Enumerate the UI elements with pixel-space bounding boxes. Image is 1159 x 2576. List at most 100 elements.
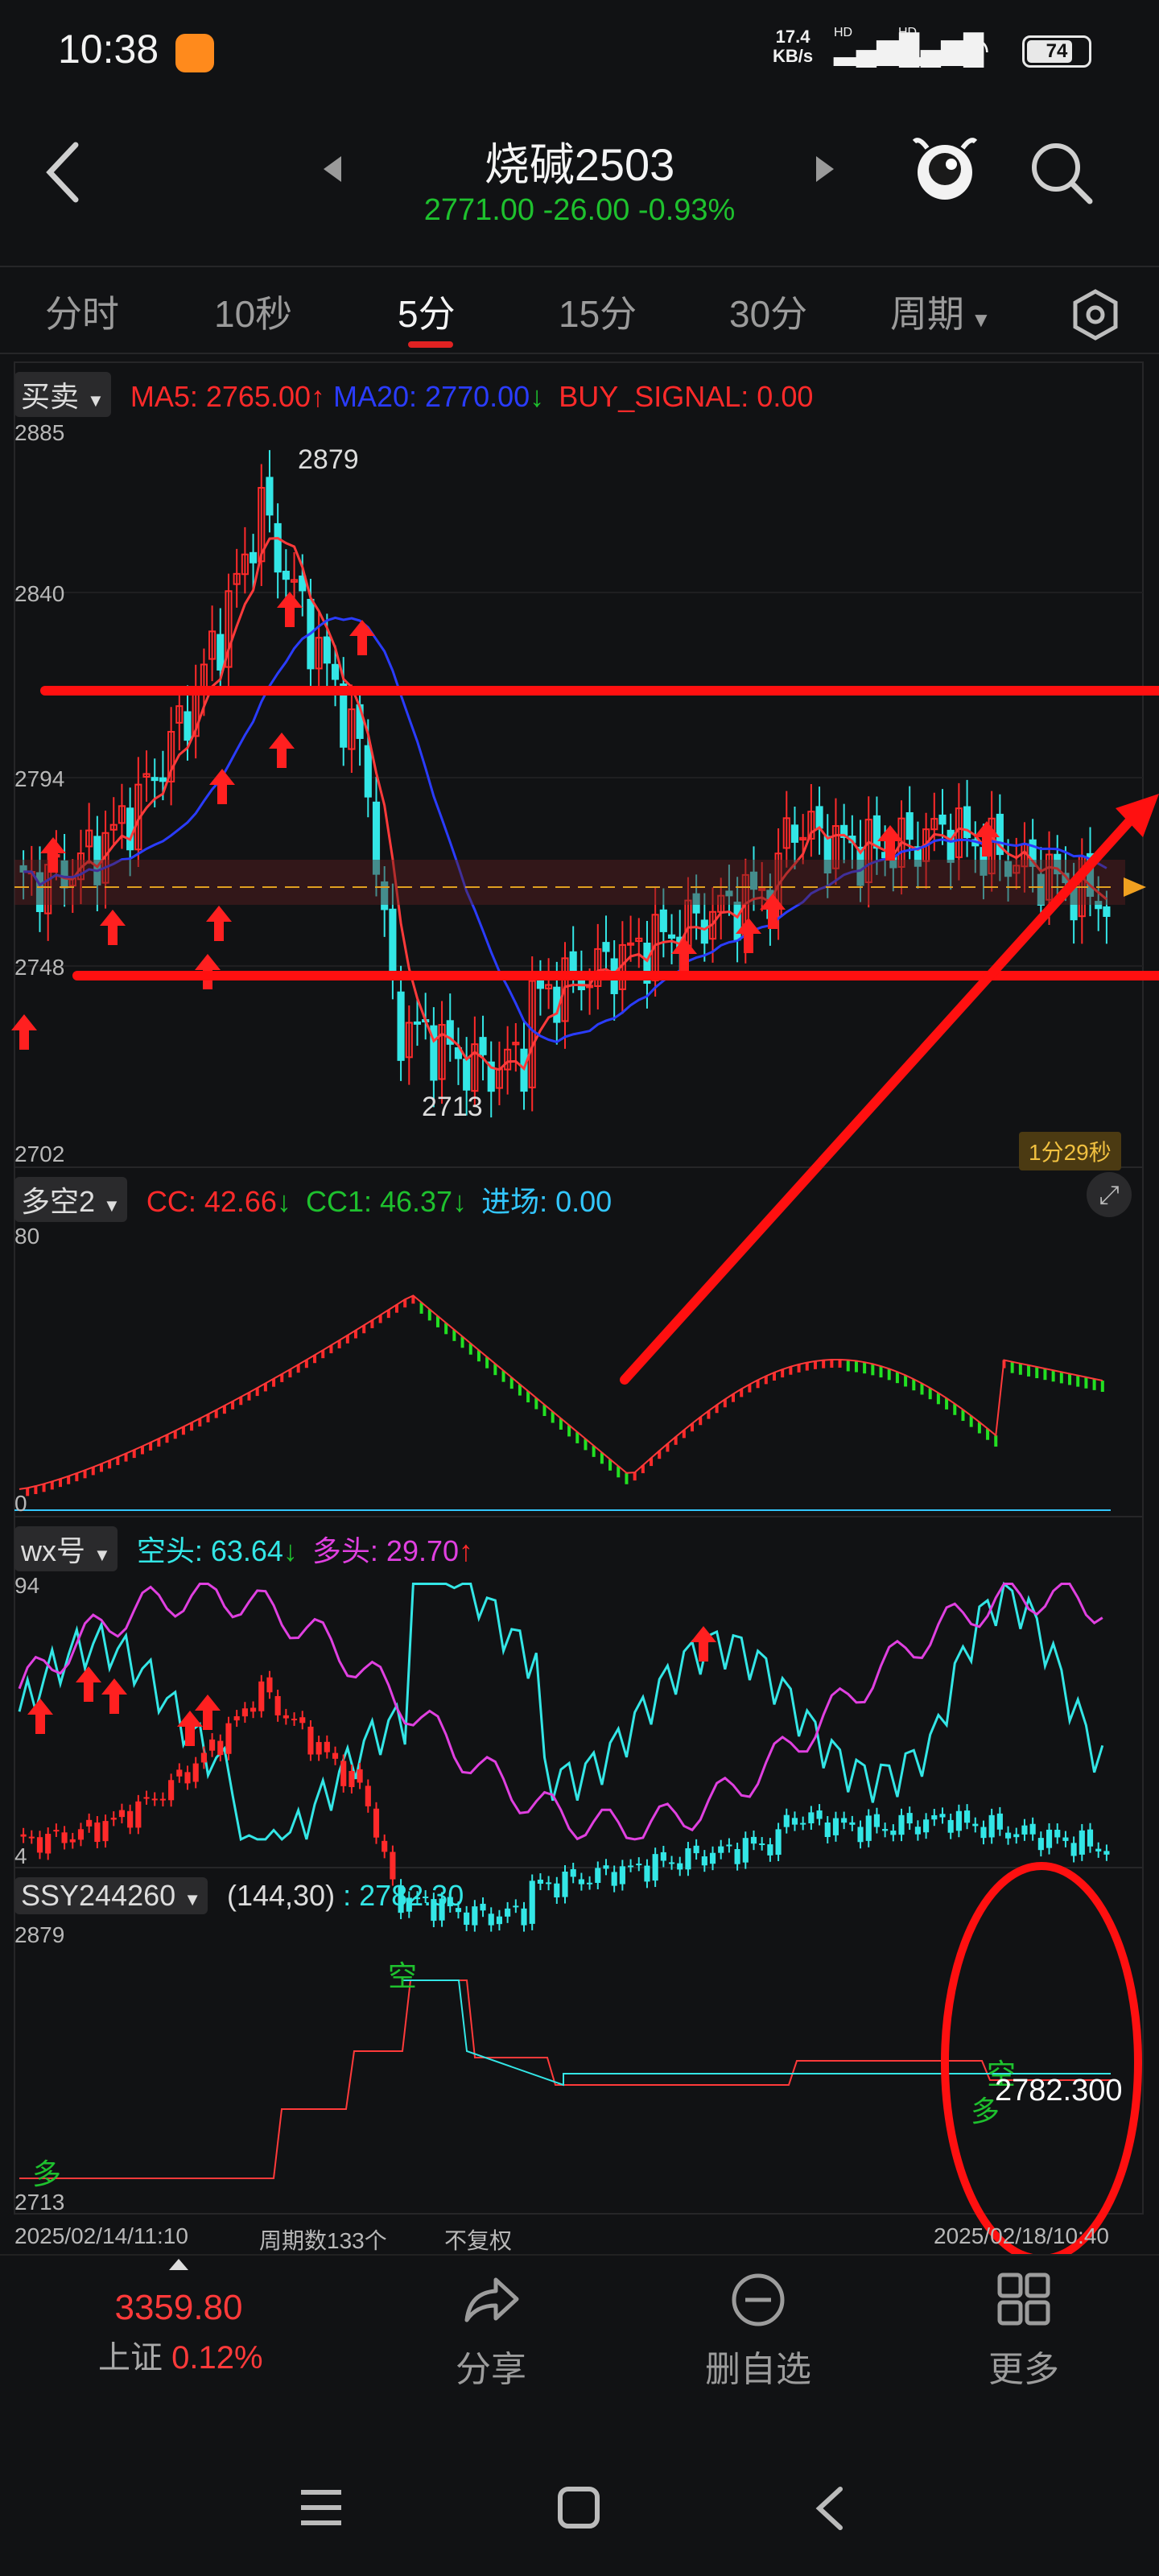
long-line xyxy=(18,1583,1103,1841)
index-name: 上证 xyxy=(98,2340,163,2376)
index-collapse-icon[interactable] xyxy=(169,2259,188,2270)
ssy-body xyxy=(791,1818,798,1825)
ssy-body xyxy=(283,1715,289,1719)
back-nav-icon[interactable] xyxy=(810,2484,850,2533)
candle-body xyxy=(1103,906,1111,917)
p3-ybot: 4 xyxy=(14,1843,27,1868)
ssy-body xyxy=(718,1846,724,1853)
ssy-body xyxy=(939,1814,946,1818)
bar-countdown: 1分29秒 xyxy=(1019,1132,1121,1170)
ssy-body xyxy=(849,1822,856,1825)
buy-arrow xyxy=(206,906,232,941)
ssy-body xyxy=(554,1883,560,1898)
candle-body xyxy=(815,806,823,829)
cc1-value: CC1: 46.37 xyxy=(305,1185,453,1218)
candle-body xyxy=(905,811,914,840)
candle-body xyxy=(397,991,405,1061)
p1-ylabel-0: 2885 xyxy=(14,420,65,445)
candle-body xyxy=(626,942,635,946)
candle-body xyxy=(413,1021,422,1025)
candle-body xyxy=(159,777,167,782)
cc-value: CC: 42.66 xyxy=(146,1185,277,1218)
ssy-body xyxy=(390,1852,396,1880)
home-icon[interactable] xyxy=(555,2484,604,2533)
index-ticker[interactable]: 3359.80 上证 0.12% xyxy=(98,2272,263,2378)
minus-circle-icon xyxy=(732,2273,785,2326)
ssy-body xyxy=(841,1818,848,1823)
ssy-body xyxy=(250,1707,257,1712)
candle-body xyxy=(479,1037,487,1055)
ssy-body xyxy=(882,1829,889,1831)
ssy-body xyxy=(914,1827,921,1835)
p3-ytop: 94 xyxy=(14,1573,40,1598)
candle-body xyxy=(151,777,159,782)
ssy-body xyxy=(233,1715,240,1721)
ssy-body xyxy=(184,1772,191,1784)
ssy-body xyxy=(890,1831,897,1835)
candle-body xyxy=(602,942,610,952)
ssy-body xyxy=(824,1822,831,1838)
ssy-body xyxy=(726,1844,732,1847)
ssy-body xyxy=(734,1848,740,1864)
wx-buy-arrow xyxy=(27,1699,53,1734)
resistance-band xyxy=(14,860,1125,905)
ssy-body xyxy=(955,1810,962,1831)
ssy-body xyxy=(570,1868,576,1877)
remove-watchlist-button[interactable]: 删自选 xyxy=(678,2272,839,2392)
buy-arrow xyxy=(100,910,126,945)
ssy-body xyxy=(118,1810,126,1818)
ssy-body xyxy=(102,1821,109,1842)
ssy-body xyxy=(1054,1830,1061,1838)
candle-body xyxy=(659,909,667,932)
index-value: 3359.80 xyxy=(114,2288,243,2327)
ssy-body xyxy=(77,1829,85,1840)
ssy-body xyxy=(200,1752,207,1763)
ssy-body xyxy=(1004,1832,1012,1839)
share-icon xyxy=(464,2277,519,2322)
ssy-body xyxy=(816,1810,823,1819)
ssy-body xyxy=(587,1882,593,1885)
ssy-body xyxy=(274,1695,281,1715)
ssy-body xyxy=(143,1797,150,1799)
ssy-body xyxy=(636,1864,642,1866)
ssy-body xyxy=(86,1819,93,1827)
candle-body xyxy=(266,477,274,516)
p1-ylabel-2: 2794 xyxy=(14,766,65,791)
panel3-indicator-select[interactable]: wx号 ▼ xyxy=(14,1526,118,1571)
ssy-body xyxy=(988,1814,995,1838)
panel2-indicator-select[interactable]: 多空2 ▼ xyxy=(14,1177,127,1222)
bottom-nav: 3359.80 上证 0.12% 分享 删自选 更多 xyxy=(0,2254,1159,2415)
menu-icon[interactable] xyxy=(298,2487,346,2528)
share-button[interactable]: 分享 xyxy=(410,2272,571,2392)
ssy-body xyxy=(923,1819,930,1833)
ssy-body xyxy=(505,1908,511,1917)
ssy-body xyxy=(349,1770,355,1787)
ssy-body xyxy=(1021,1825,1028,1835)
chart-area[interactable] xyxy=(0,0,1159,2254)
ssy-body xyxy=(291,1719,298,1721)
ssy-body xyxy=(701,1856,707,1866)
buy-arrow xyxy=(277,592,303,627)
ssy-body xyxy=(775,1829,782,1856)
ma5-line xyxy=(23,537,1107,1071)
ssy-body xyxy=(627,1865,634,1868)
ssy-body xyxy=(61,1832,68,1843)
ssy-body xyxy=(578,1879,584,1885)
panel4-indicator-select[interactable]: SSY244260 ▼ xyxy=(14,1877,208,1914)
ssy-body xyxy=(307,1726,314,1755)
high-price-label: 2879 xyxy=(298,444,359,475)
ssy-body xyxy=(947,1819,954,1833)
ssy-body xyxy=(53,1830,60,1832)
ssy-body xyxy=(1070,1843,1077,1856)
ssy-body xyxy=(168,1780,175,1801)
ssy-body xyxy=(299,1717,306,1724)
more-button[interactable]: 更多 xyxy=(943,2272,1104,2392)
ssy-value: : 2782.30 xyxy=(343,1879,464,1912)
expand-icon[interactable]: ⤢ xyxy=(1087,1172,1132,1217)
p1-ylabel-4: 2702 xyxy=(14,1141,65,1166)
ssy-body xyxy=(357,1769,363,1783)
ssy-body xyxy=(603,1865,609,1869)
ssy-body xyxy=(759,1843,765,1845)
wx-buy-arrow xyxy=(101,1678,127,1714)
ssy-body xyxy=(808,1812,815,1824)
